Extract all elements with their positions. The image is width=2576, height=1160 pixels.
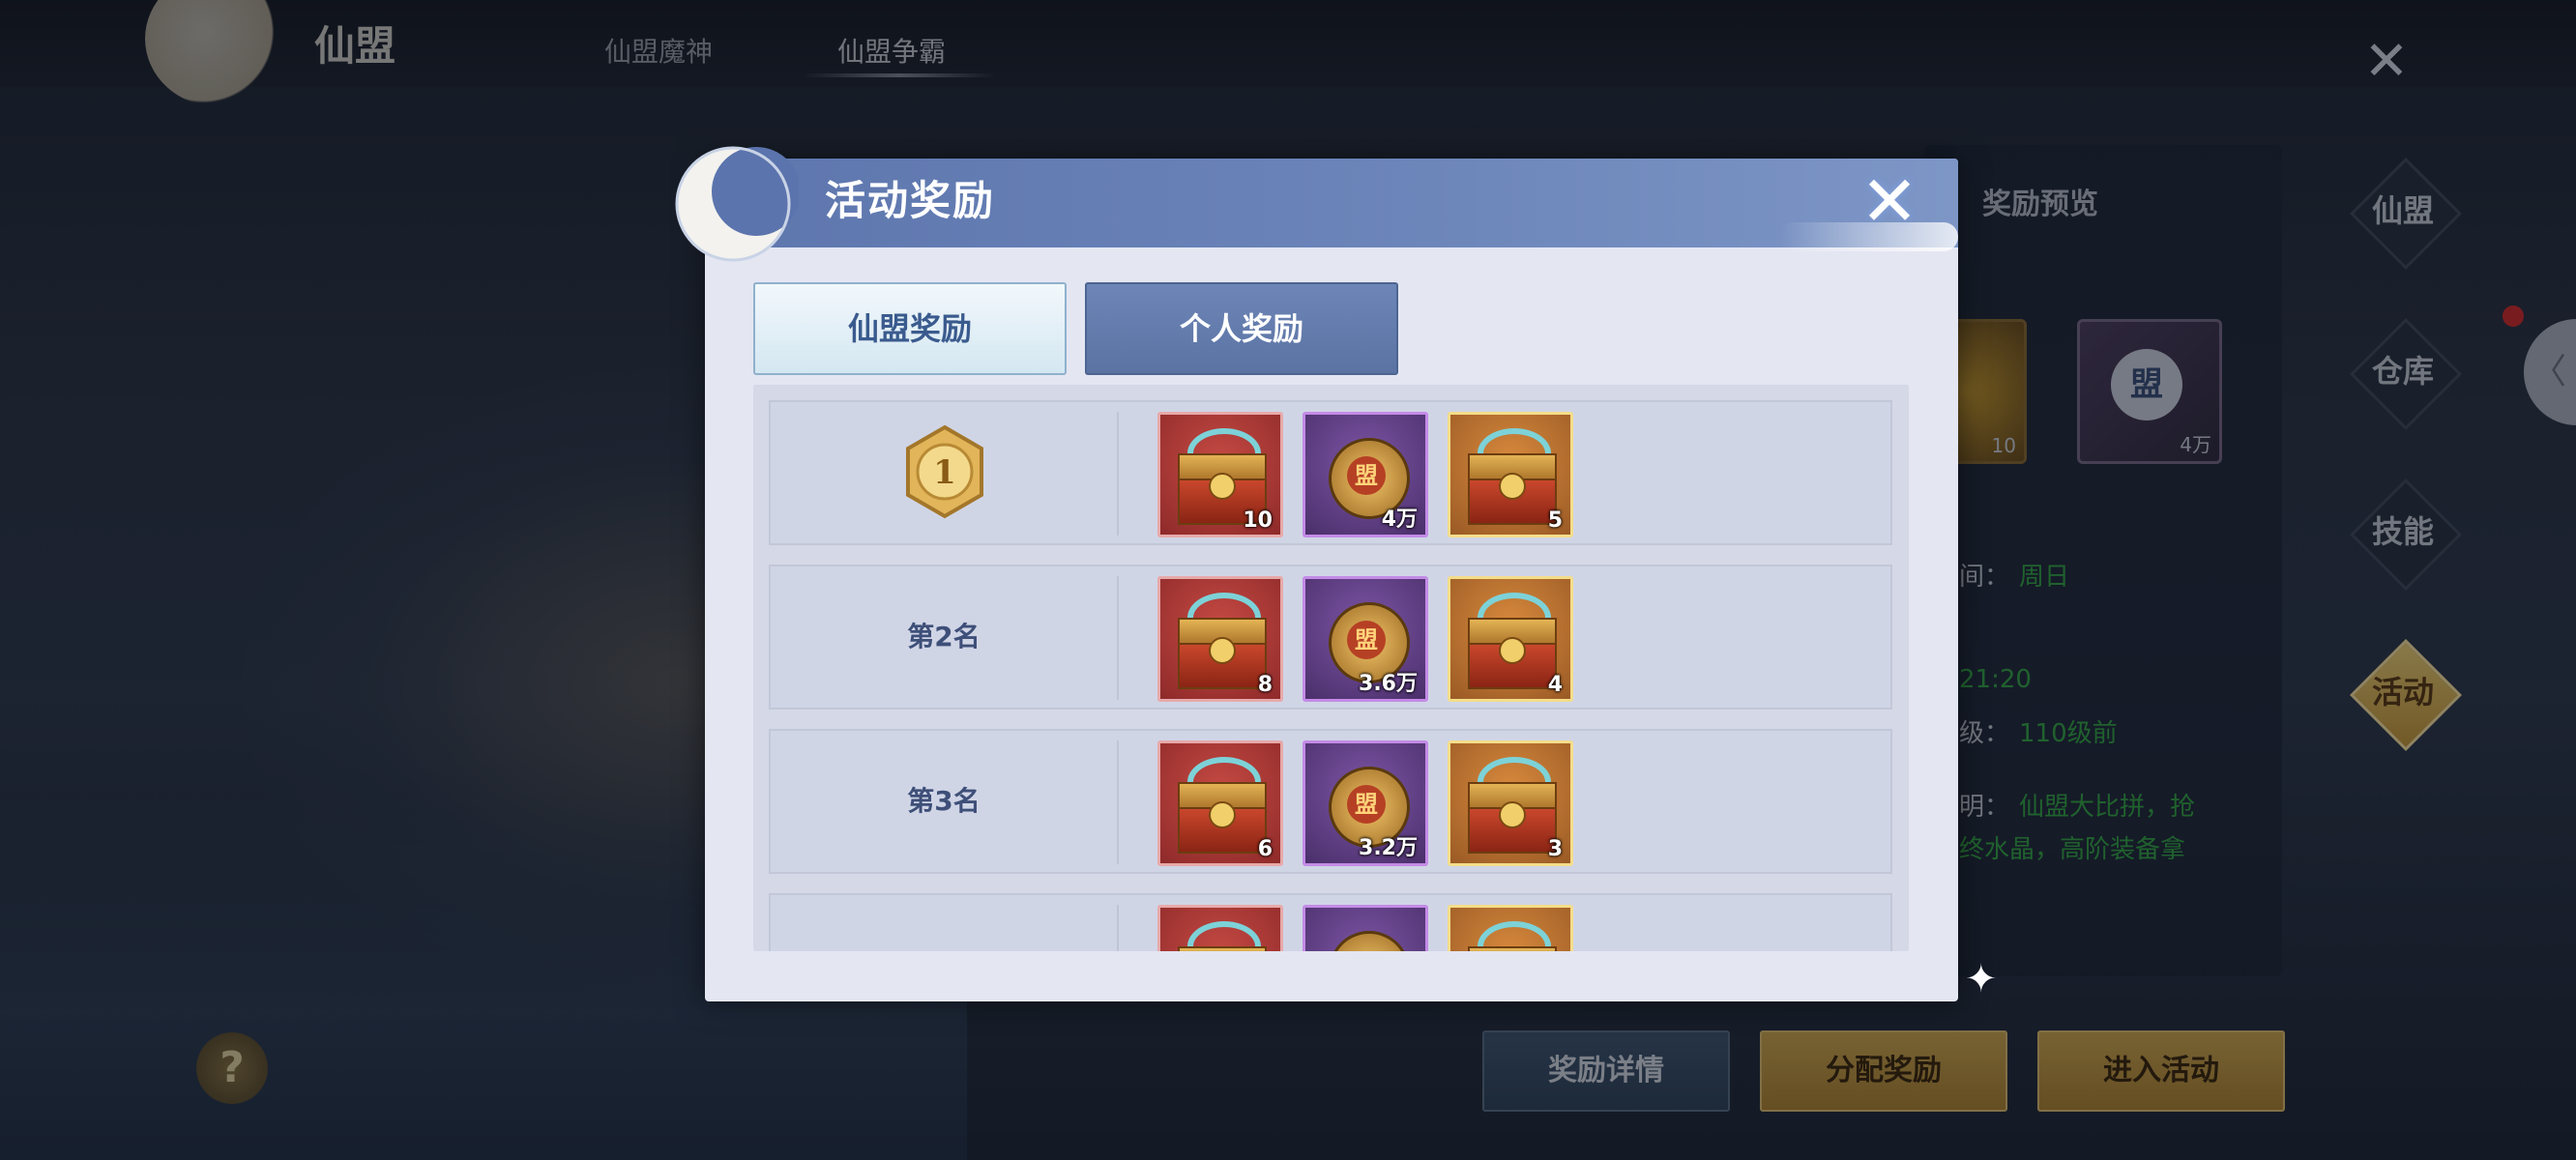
reward-item-chest-red[interactable]: 10 (1157, 412, 1283, 537)
reward-list[interactable]: 1 10 盟 4万 5 第2名 8 盟 3.6万 4 第3名 6 盟 3.2万 … (753, 385, 1909, 951)
chest-lid (1178, 946, 1267, 951)
item-count: 4万 (1381, 508, 1418, 532)
rank-label (771, 402, 1117, 543)
chest-lock-icon (1209, 637, 1236, 664)
item-count: 3.2万 (1359, 836, 1418, 860)
reward-item-coin-purple[interactable] (1303, 905, 1428, 951)
reward-item-chest-gold[interactable]: 4 (1448, 576, 1573, 702)
chest-lock-icon (1499, 637, 1526, 664)
sparkle-icon: ✦ (1965, 957, 1998, 1001)
moon-icon (675, 146, 799, 262)
rank-label: 第2名 (907, 621, 981, 652)
row-divider (1117, 905, 1119, 951)
chest-lock-icon (1499, 473, 1526, 500)
reward-row: 第3名 6 盟 3.2万 3 (769, 729, 1892, 874)
modal-close-icon[interactable]: ✕ (1853, 164, 1926, 238)
reward-row (769, 893, 1892, 951)
chest-lock-icon (1209, 801, 1236, 828)
coin-glyph: 盟 (1347, 785, 1386, 824)
reward-item-coin-purple[interactable]: 盟 3.6万 (1303, 576, 1428, 702)
chest-lid (1468, 946, 1557, 951)
chest-lock-icon (1499, 801, 1526, 828)
tab-guild-reward[interactable]: 仙盟奖励 (753, 282, 1067, 375)
tab-personal-reward[interactable]: 个人奖励 (1085, 282, 1398, 375)
reward-row: 第2名 8 盟 3.6万 4 (769, 565, 1892, 710)
row-divider (1117, 576, 1119, 700)
reward-item-chest-gold[interactable] (1448, 905, 1573, 951)
item-count: 3.6万 (1359, 672, 1418, 696)
item-count: 3 (1547, 837, 1563, 861)
reward-item-chest-gold[interactable]: 5 (1448, 412, 1573, 537)
reward-item-chest-red[interactable]: 6 (1157, 740, 1283, 866)
row-divider (1117, 412, 1119, 536)
rank-label: 第3名 (907, 785, 981, 817)
item-count: 10 (1243, 508, 1273, 533)
item-count: 6 (1257, 837, 1273, 861)
chest-lock-icon (1209, 473, 1236, 500)
coin-glyph: 盟 (1347, 621, 1386, 659)
reward-item-chest-red[interactable] (1157, 905, 1283, 951)
item-count: 4 (1547, 673, 1563, 697)
item-count: 8 (1257, 673, 1273, 697)
guild-coin-icon (1329, 931, 1410, 951)
reward-item-coin-purple[interactable]: 盟 4万 (1303, 412, 1428, 537)
coin-glyph: 盟 (1347, 456, 1386, 495)
reward-item-chest-gold[interactable]: 3 (1448, 740, 1573, 866)
reward-row: 1 10 盟 4万 5 (769, 400, 1892, 545)
modal-title: 活动奖励 (825, 177, 996, 224)
reward-item-chest-red[interactable]: 8 (1157, 576, 1283, 702)
row-divider (1117, 740, 1119, 864)
reward-item-coin-purple[interactable]: 盟 3.2万 (1303, 740, 1428, 866)
item-count: 5 (1547, 508, 1563, 533)
